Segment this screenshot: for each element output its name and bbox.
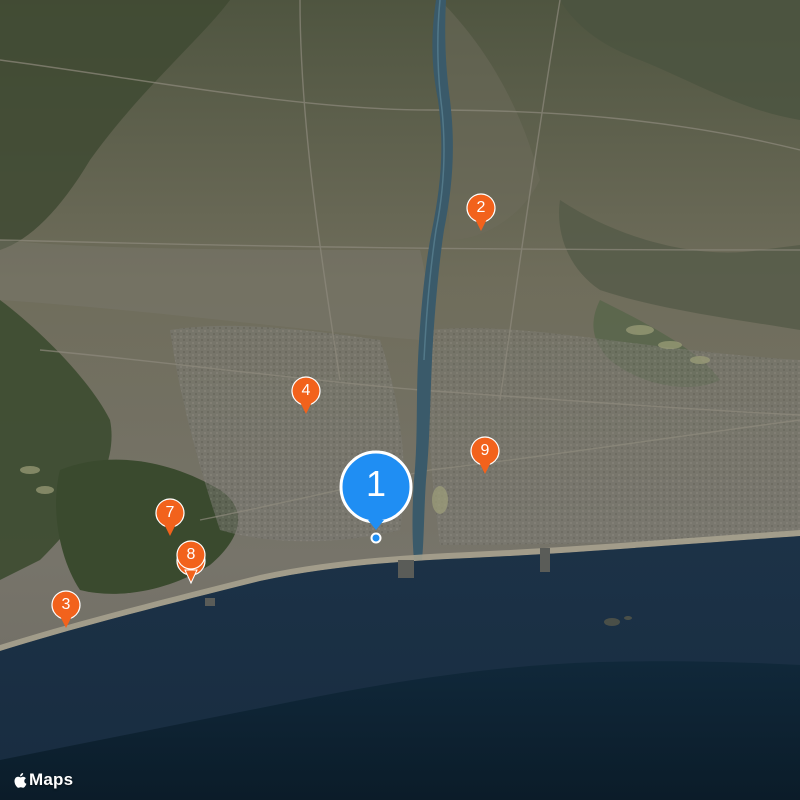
map-marker-9[interactable]: 9 (470, 436, 500, 476)
map-marker-label: 3 (61, 596, 71, 613)
attribution-text: Maps (29, 770, 74, 789)
map-marker-1-selected[interactable]: 1 (338, 450, 414, 544)
map-marker-8[interactable]: 8 (176, 540, 206, 585)
map-marker-label: 1 (365, 463, 387, 504)
map-marker-label: 2 (476, 199, 486, 216)
map-marker-7[interactable]: 7 (155, 498, 185, 538)
map-marker-label: 7 (165, 504, 175, 521)
map-view[interactable]: 2 4 9 7 8 3 1 Maps (0, 0, 800, 800)
map-marker-label: 8 (186, 546, 196, 563)
map-marker-2[interactable]: 2 (466, 193, 496, 233)
maps-attribution[interactable]: Maps (12, 770, 73, 790)
map-marker-3[interactable]: 3 (51, 590, 81, 630)
map-marker-label: 4 (301, 382, 311, 399)
satellite-imagery (0, 0, 800, 800)
apple-logo-icon (14, 772, 27, 788)
map-marker-label: 9 (480, 442, 490, 459)
map-marker-4[interactable]: 4 (291, 376, 321, 416)
